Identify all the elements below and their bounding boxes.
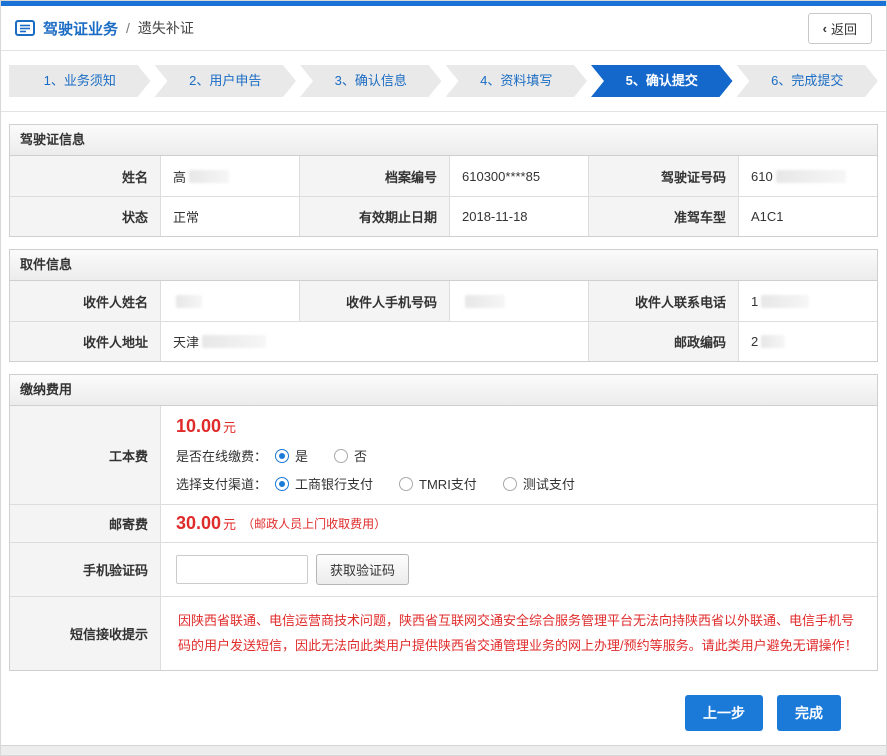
- pickup-info-section: 取件信息 收件人姓名 收件人手机号码 收件人联系电话 1 收件人地址 天津 邮政…: [9, 249, 878, 362]
- sms-code-label: 手机验证码: [10, 542, 160, 596]
- online-payment-question: 是否在线缴费：: [176, 446, 267, 465]
- radio-icon: [275, 449, 289, 463]
- zip-code-value: 2: [738, 321, 877, 361]
- payment-channel-row: 选择支付渠道： 工商银行支付 TMRI支付 测试支付: [176, 474, 862, 493]
- header: 驾驶证业务 / 遗失补证 ‹ 返回: [1, 6, 886, 51]
- sms-notice-content: 因陕西省联通、电信运营商技术问题，陕西省互联网交通安全综合服务管理平台无法向持陕…: [160, 596, 877, 670]
- production-cost-content: 10.00元 是否在线缴费： 是 否 选择支付渠道：: [160, 406, 877, 504]
- redacted-value: [761, 335, 785, 348]
- get-code-button[interactable]: 获取验证码: [316, 554, 409, 585]
- payment-channel-question: 选择支付渠道：: [176, 474, 267, 493]
- fees-section: 缴纳费用 工本费 10.00元 是否在线缴费： 是 否: [9, 374, 878, 671]
- production-cost-label: 工本费: [10, 406, 160, 504]
- footer-bar: [1, 745, 886, 755]
- recipient-phone-label: 收件人联系电话: [588, 281, 738, 321]
- recipient-mobile-label: 收件人手机号码: [299, 281, 449, 321]
- radio-icon: [399, 477, 413, 491]
- back-button-label: 返回: [831, 19, 857, 38]
- step-nav: 1、业务须知 2、用户申告 3、确认信息 4、资料填写 5、确认提交 6、完成提…: [1, 51, 886, 112]
- step-2-user-declaration[interactable]: 2、用户申告: [155, 65, 297, 97]
- redacted-value: [176, 295, 202, 308]
- license-number-value: 610: [738, 156, 877, 196]
- radio-online-no-label: 否: [354, 446, 367, 465]
- status-value: 正常: [160, 196, 299, 236]
- finish-button[interactable]: 完成: [777, 695, 841, 731]
- radio-online-yes-label: 是: [295, 446, 308, 465]
- radio-icon: [334, 449, 348, 463]
- zip-code-label: 邮政编码: [588, 321, 738, 361]
- previous-step-button[interactable]: 上一步: [685, 695, 763, 731]
- page-title: 驾驶证业务: [43, 18, 118, 39]
- fees-section-title: 缴纳费用: [10, 375, 877, 406]
- vehicle-class-label: 准驾车型: [588, 196, 738, 236]
- vehicle-class-value: A1C1: [738, 196, 877, 236]
- radio-online-yes[interactable]: 是: [275, 446, 308, 465]
- back-chevron-icon: ‹: [823, 21, 827, 36]
- license-number-label: 驾驶证号码: [588, 156, 738, 196]
- redacted-value: [776, 170, 846, 183]
- fees-table: 工本费 10.00元 是否在线缴费： 是 否 选: [10, 406, 877, 670]
- recipient-address-value: 天津: [160, 321, 588, 361]
- recipient-address-label: 收件人地址: [10, 321, 160, 361]
- name-value: 高: [160, 156, 299, 196]
- radio-icon: [275, 477, 289, 491]
- recipient-phone-value: 1: [738, 281, 877, 321]
- pickup-info-table: 收件人姓名 收件人手机号码 收件人联系电话 1 收件人地址 天津 邮政编码 2: [10, 281, 877, 361]
- file-number-value: 610300****85: [449, 156, 588, 196]
- breadcrumb-separator: /: [126, 20, 130, 36]
- breadcrumb-current: 遗失补证: [138, 18, 194, 38]
- sms-notice-label: 短信接收提示: [10, 596, 160, 670]
- postage-note: （邮政人员上门收取费用）: [242, 515, 386, 532]
- license-info-table: 姓名 高 档案编号 610300****85 驾驶证号码 610 状态 正常 有…: [10, 156, 877, 236]
- recipient-mobile-value: [449, 281, 588, 321]
- status-label: 状态: [10, 196, 160, 236]
- sms-code-row: 获取验证码: [176, 551, 862, 588]
- step-1-business-notice[interactable]: 1、业务须知: [9, 65, 151, 97]
- license-info-section: 驾驶证信息 姓名 高 档案编号 610300****85 驾驶证号码 610 状…: [9, 124, 878, 237]
- redacted-value: [189, 170, 229, 183]
- breadcrumb: 驾驶证业务 / 遗失补证: [15, 18, 194, 39]
- step-3-confirm-info[interactable]: 3、确认信息: [300, 65, 442, 97]
- radio-channel-tmri-label: TMRI支付: [419, 474, 477, 493]
- radio-channel-test-label: 测试支付: [523, 474, 575, 493]
- license-business-icon: [15, 20, 35, 36]
- step-4-fill-materials[interactable]: 4、资料填写: [446, 65, 588, 97]
- radio-channel-tmri[interactable]: TMRI支付: [399, 474, 477, 493]
- radio-icon: [503, 477, 517, 491]
- recipient-name-label: 收件人姓名: [10, 281, 160, 321]
- sms-notice-text: 因陕西省联通、电信运营商技术问题，陕西省互联网交通安全综合服务管理平台无法向持陕…: [176, 605, 862, 662]
- license-info-section-title: 驾驶证信息: [10, 125, 877, 156]
- expiry-label: 有效期止日期: [299, 196, 449, 236]
- step-6-complete-submit[interactable]: 6、完成提交: [737, 65, 879, 97]
- back-button[interactable]: ‹ 返回: [808, 13, 872, 44]
- step-5-confirm-submit[interactable]: 5、确认提交: [591, 65, 733, 97]
- name-label: 姓名: [10, 156, 160, 196]
- radio-channel-icbc-label: 工商银行支付: [295, 474, 373, 493]
- postage-content: 30.00元 （邮政人员上门收取费用）: [160, 504, 877, 542]
- production-cost-amount: 10.00元: [176, 416, 862, 437]
- page: 驾驶证业务 / 遗失补证 ‹ 返回 1、业务须知 2、用户申告 3、确认信息 4…: [0, 0, 887, 756]
- sms-code-content: 获取验证码: [160, 542, 877, 596]
- pickup-info-section-title: 取件信息: [10, 250, 877, 281]
- online-payment-row: 是否在线缴费： 是 否: [176, 446, 862, 465]
- form-actions: 上一步 完成: [1, 671, 886, 731]
- sms-code-input[interactable]: [176, 555, 308, 584]
- file-number-label: 档案编号: [299, 156, 449, 196]
- redacted-value: [761, 295, 809, 308]
- expiry-value: 2018-11-18: [449, 196, 588, 236]
- redacted-value: [202, 335, 266, 348]
- radio-online-no[interactable]: 否: [334, 446, 367, 465]
- postage-label: 邮寄费: [10, 504, 160, 542]
- recipient-name-value: [160, 281, 299, 321]
- radio-channel-icbc[interactable]: 工商银行支付: [275, 474, 373, 493]
- radio-channel-test[interactable]: 测试支付: [503, 474, 575, 493]
- redacted-value: [465, 295, 505, 308]
